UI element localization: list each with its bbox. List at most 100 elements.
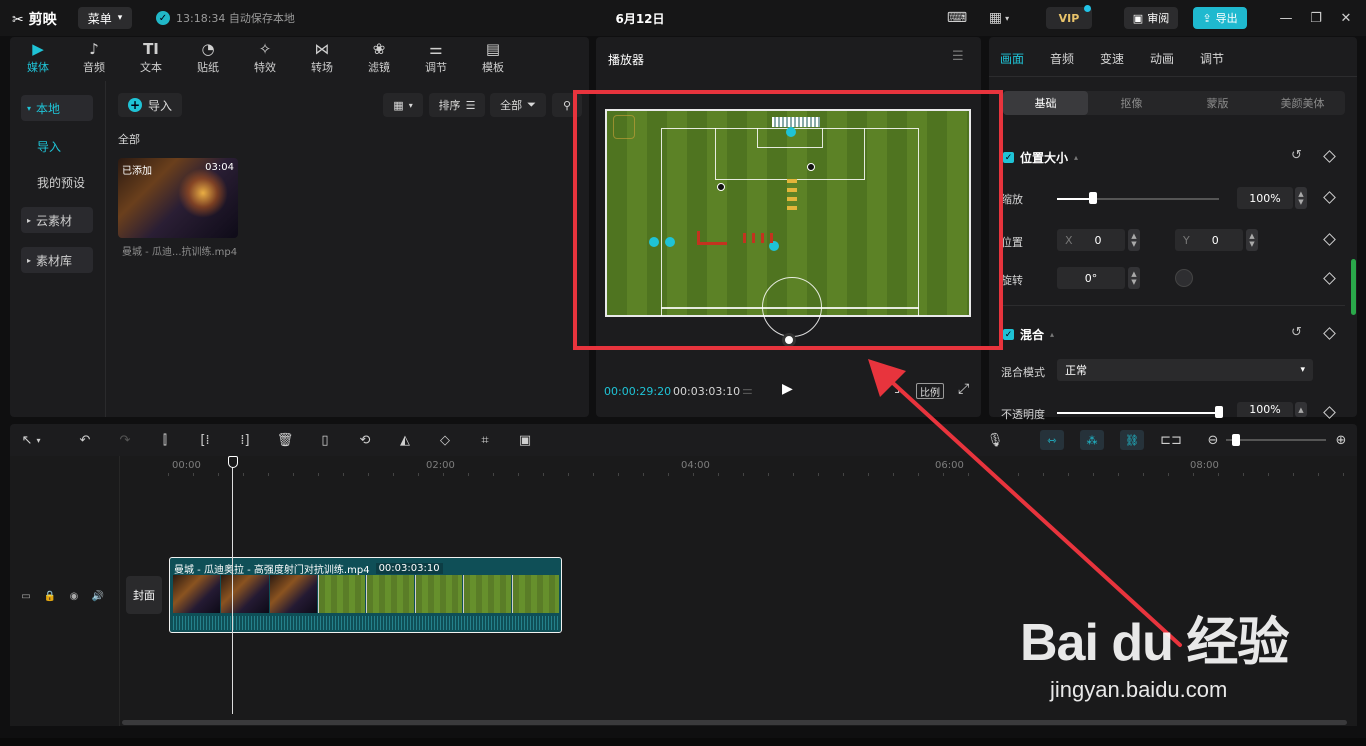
tool-audio[interactable]: ♪ 音频: [66, 40, 122, 76]
zoom-out-icon[interactable]: ⊖: [1202, 430, 1224, 450]
position-size-group[interactable]: ✓ 位置大小 ▴: [1003, 149, 1078, 166]
position-y-stepper[interactable]: ▲ ▼: [1246, 229, 1258, 251]
view-mode-button[interactable]: ▦ ▾: [383, 93, 423, 117]
subtab-mask[interactable]: 蒙版: [1175, 91, 1260, 115]
playhead-handle[interactable]: [228, 456, 238, 468]
grid-icon: ▦: [393, 98, 404, 112]
keyframe-icon[interactable]: [1323, 327, 1336, 340]
rotate-dial-icon[interactable]: [1175, 269, 1193, 287]
position-x-stepper[interactable]: ▲ ▼: [1128, 229, 1140, 251]
taskbar: [0, 738, 1366, 746]
waveform-toggle-icon[interactable]: ⚌: [742, 383, 753, 397]
tool-filter[interactable]: ❀ 滤镜: [351, 40, 407, 76]
frame-thumb: [173, 575, 221, 613]
layout-icon[interactable]: ▦ ▾: [982, 8, 1016, 28]
filter-button[interactable]: 全部 ⏷: [490, 93, 546, 117]
trim-right-icon[interactable]: ⁞]: [234, 430, 256, 450]
tab-speed[interactable]: 变速: [1100, 50, 1124, 67]
nav-presets[interactable]: 我的预设: [21, 169, 93, 195]
keyframe-icon[interactable]: [1323, 406, 1336, 419]
props-scrollbar[interactable]: [1351, 259, 1356, 315]
scale-slider[interactable]: [1057, 198, 1219, 200]
frame-thumb: [463, 575, 511, 613]
tool-effects[interactable]: ✧ 特效: [237, 40, 293, 76]
position-x-input[interactable]: X 0: [1057, 229, 1125, 251]
keyboard-icon[interactable]: ⌨: [946, 8, 968, 28]
subtab-cutout[interactable]: 抠像: [1089, 91, 1174, 115]
rotate-label: 旋转: [1001, 274, 1023, 287]
rotate-stepper[interactable]: ▲ ▼: [1128, 267, 1140, 289]
eye-icon[interactable]: ◉: [66, 588, 82, 604]
opacity-slider-knob[interactable]: [1215, 406, 1223, 418]
tab-adjust[interactable]: 调节: [1200, 50, 1224, 67]
menu-button[interactable]: 菜单 ▾: [78, 7, 132, 29]
keyframe-icon[interactable]: [1323, 233, 1336, 246]
checkbox-icon[interactable]: ✓: [1003, 152, 1014, 163]
maximize-icon[interactable]: ❐: [1306, 8, 1326, 28]
split-icon[interactable]: ⫿: [154, 430, 176, 450]
opacity-input[interactable]: 100%: [1237, 402, 1293, 417]
playhead[interactable]: [232, 458, 233, 714]
mirror-icon[interactable]: ◭: [394, 430, 416, 450]
tab-divider: [989, 76, 1357, 77]
tool-transition[interactable]: ⋈ 转场: [294, 40, 350, 76]
tool-sticker[interactable]: ◔ 贴纸: [180, 40, 236, 76]
rotate-icon[interactable]: ◇: [434, 430, 456, 450]
blend-group[interactable]: ✓ 混合 ▴: [1003, 326, 1054, 343]
subtab-beauty[interactable]: 美颜美体: [1260, 91, 1345, 115]
group-title: 混合: [1020, 328, 1045, 342]
select-tool-icon[interactable]: ↖ ▾: [16, 430, 46, 450]
audio-waveform: [173, 616, 559, 630]
reverse-icon[interactable]: ⟲: [354, 430, 376, 450]
tab-audio[interactable]: 音频: [1050, 50, 1074, 67]
checkbox-icon[interactable]: ✓: [1003, 329, 1014, 340]
zoom-slider-knob[interactable]: [1232, 434, 1240, 446]
reset-icon[interactable]: ↺: [1291, 325, 1302, 340]
scale-slider-knob[interactable]: [1088, 192, 1097, 204]
sort-button[interactable]: 排序 ☰: [429, 93, 485, 117]
x-value: 0: [1094, 233, 1102, 247]
trim-left-icon[interactable]: [⁞: [194, 430, 216, 450]
keyframe-icon[interactable]: [1323, 272, 1336, 285]
tool-template[interactable]: ▤ 模板: [465, 40, 521, 76]
close-icon[interactable]: ✕: [1336, 8, 1356, 28]
opacity-stepper[interactable]: ▲: [1295, 402, 1307, 417]
smart-crop-icon[interactable]: ▣: [514, 430, 536, 450]
tool-adjust[interactable]: ⚌ 调节: [408, 40, 464, 76]
import-button[interactable]: + 导入: [118, 93, 182, 117]
tool-text[interactable]: TI 文本: [123, 40, 179, 76]
review-button[interactable]: ▣ 审阅: [1124, 7, 1178, 29]
zoom-in-icon[interactable]: ⊕: [1330, 430, 1352, 450]
keyframe-icon[interactable]: [1323, 191, 1336, 204]
crop-icon[interactable]: ⌗: [474, 430, 496, 450]
nav-local[interactable]: ▾ 本地: [21, 95, 93, 121]
position-y-input[interactable]: Y 0: [1175, 229, 1243, 251]
export-button[interactable]: ⇪ 导出: [1193, 7, 1247, 29]
player-menu-icon[interactable]: ☰: [952, 49, 966, 64]
nav-library[interactable]: ▸ 素材库: [21, 247, 93, 273]
scale-input[interactable]: 100%: [1237, 187, 1293, 209]
scale-stepper[interactable]: ▲ ▼: [1295, 187, 1307, 209]
reset-icon[interactable]: ↺: [1291, 148, 1302, 163]
undo-icon[interactable]: ↶: [74, 430, 96, 450]
lock-icon[interactable]: 🔒: [42, 588, 58, 604]
minimize-icon[interactable]: —: [1276, 8, 1296, 28]
play-icon[interactable]: ▶: [782, 381, 793, 397]
tab-picture[interactable]: 画面: [1000, 50, 1024, 67]
tab-animation[interactable]: 动画: [1150, 50, 1174, 67]
tool-media[interactable]: ▶ 媒体: [10, 40, 66, 76]
speaker-icon[interactable]: 🔊: [90, 588, 106, 604]
watermark-logo: Bai du 经验: [1020, 614, 1289, 672]
nav-import[interactable]: 导入: [21, 133, 93, 159]
zoom-slider[interactable]: [1226, 439, 1326, 441]
delete-icon[interactable]: 🗑: [274, 430, 296, 450]
subtab-basic[interactable]: 基础: [1003, 91, 1088, 115]
media-thumbnail[interactable]: 已添加 03:04: [118, 158, 238, 238]
track-video-icon[interactable]: ▭: [18, 588, 34, 604]
cover-button[interactable]: 封面: [126, 576, 162, 614]
video-clip[interactable]: 曼城 - 瓜迪奥拉 - 高强度射门对抗训练.mp4 00:03:03:10: [169, 557, 562, 633]
rotate-input[interactable]: 0°: [1057, 267, 1125, 289]
freeze-icon[interactable]: ▯: [314, 430, 336, 450]
nav-cloud[interactable]: ▸ 云素材: [21, 207, 93, 233]
keyframe-icon[interactable]: [1323, 150, 1336, 163]
